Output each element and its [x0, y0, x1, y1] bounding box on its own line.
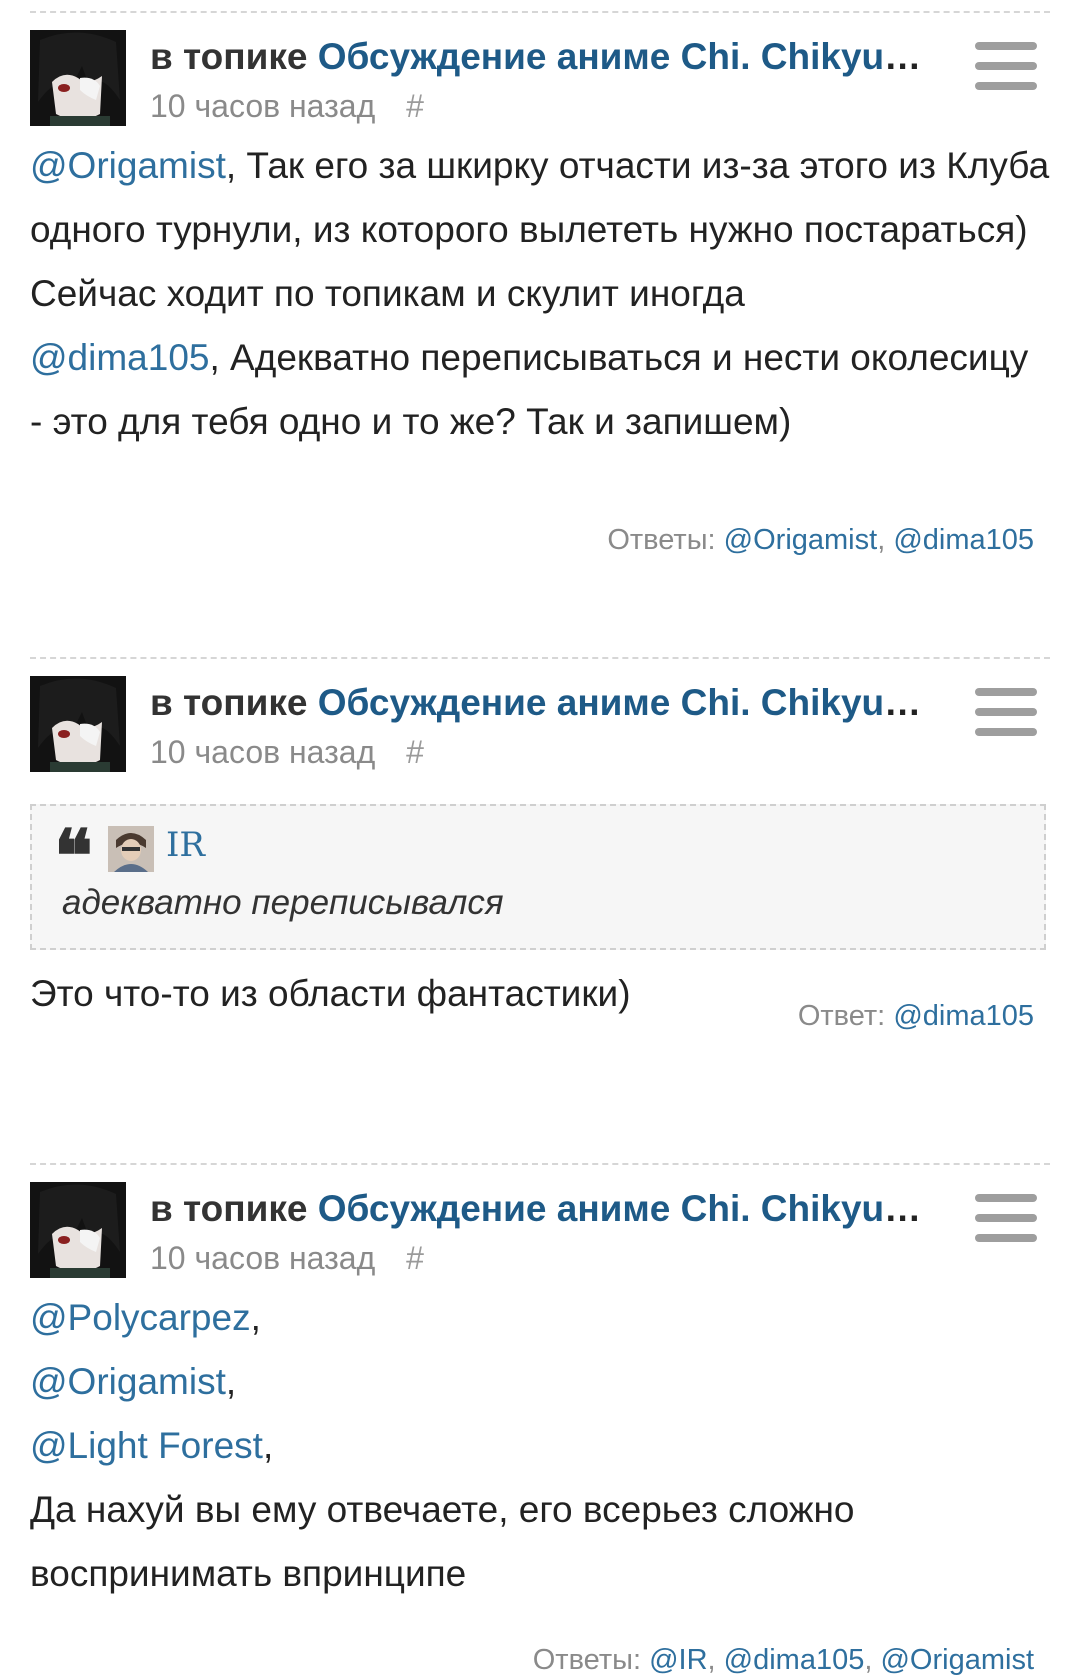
- quote-block: ❝ IR адекватно переписывался: [30, 804, 1046, 950]
- comma: ,: [262, 1425, 274, 1466]
- replies-line: Ответы: @Origamist, @dima105: [607, 524, 1034, 556]
- comment-paragraph: @dima105, Адекватно переписываться и нес…: [30, 326, 1050, 454]
- post-heading: в топике Обсуждение аниме Chi. Chikyuu n…: [150, 680, 940, 726]
- comment-paragraph: Да нахуй вы ему отвечаете, его всерьез с…: [30, 1489, 855, 1594]
- quote-text: адекватно переписывался: [62, 883, 504, 922]
- quote-user-avatar[interactable]: [108, 826, 154, 872]
- hamburger-menu-icon[interactable]: [975, 686, 1037, 738]
- post-divider: [30, 11, 1050, 13]
- comment-body: @Polycarpez, @Origamist, @Light Forest, …: [30, 1286, 1050, 1606]
- reply-link[interactable]: @Origamist: [880, 1644, 1034, 1676]
- topic-link[interactable]: Обсуждение аниме Chi. Chikyuu no Undou n…: [318, 36, 940, 77]
- timestamp: 10 часов назад: [150, 1240, 376, 1276]
- topic-link[interactable]: Обсуждение аниме Chi. Chikyuu no Undou n…: [318, 1188, 940, 1229]
- post-meta: 10 часов назад #: [150, 1238, 424, 1278]
- user-mention[interactable]: @Origamist: [30, 1361, 226, 1402]
- replies-line: Ответы: @IR, @dima105, @Origamist: [532, 1644, 1034, 1676]
- permalink-hash[interactable]: #: [406, 734, 424, 770]
- replies-line: Ответ: @dima105: [798, 1000, 1034, 1033]
- comment-paragraph: @Origamist,: [30, 1350, 1050, 1414]
- topic-prefix: в топике: [150, 1188, 308, 1229]
- user-mention[interactable]: @Polycarpez: [30, 1297, 251, 1338]
- comment-body: @Origamist, Так его за шкирку отчасти из…: [30, 134, 1050, 454]
- comment-paragraph: @Origamist, Так его за шкирку отчасти из…: [30, 134, 1050, 262]
- hamburger-menu-icon[interactable]: [975, 1192, 1037, 1244]
- reply-link[interactable]: @dima105: [724, 1644, 865, 1676]
- comma: ,: [225, 1361, 237, 1402]
- replies-label: Ответы:: [607, 524, 716, 556]
- post-meta: 10 часов назад #: [150, 86, 424, 126]
- permalink-hash[interactable]: #: [406, 88, 424, 124]
- comment-paragraph: @Light Forest,: [30, 1414, 1050, 1478]
- user-mention[interactable]: @dima105: [30, 337, 210, 378]
- topic-prefix: в топике: [150, 36, 308, 77]
- replies-label: Ответы:: [532, 1644, 642, 1676]
- topic-prefix: в топике: [150, 682, 308, 723]
- hamburger-menu-icon[interactable]: [975, 40, 1037, 92]
- post-heading: в топике Обсуждение аниме Chi. Chikyuu n…: [150, 34, 940, 80]
- user-mention[interactable]: @Light Forest: [30, 1425, 263, 1466]
- reply-link[interactable]: @dima105: [893, 524, 1034, 556]
- replies-label: Ответ:: [797, 1000, 886, 1032]
- comment-paragraph: Сейчас ходит по топикам и скулит иногда: [30, 273, 745, 314]
- post-divider: [30, 1163, 1050, 1165]
- topic-link[interactable]: Обсуждение аниме Chi. Chikyuu no Undou n…: [318, 682, 940, 723]
- timestamp: 10 часов назад: [150, 734, 376, 770]
- reply-link[interactable]: @dima105: [893, 1000, 1034, 1032]
- permalink-hash[interactable]: #: [406, 1240, 424, 1276]
- post-divider: [30, 657, 1050, 659]
- reply-link[interactable]: @Origamist: [724, 524, 878, 556]
- reply-link[interactable]: @IR: [649, 1644, 707, 1676]
- quote-user-link[interactable]: IR: [166, 820, 205, 870]
- user-mention[interactable]: @Origamist: [30, 145, 226, 186]
- avatar[interactable]: [30, 30, 126, 126]
- avatar[interactable]: [30, 1182, 126, 1278]
- avatar[interactable]: [30, 676, 126, 772]
- timestamp: 10 часов назад: [150, 88, 376, 124]
- comment-paragraph: @Polycarpez,: [30, 1286, 1050, 1350]
- post-heading: в топике Обсуждение аниме Chi. Chikyuu n…: [150, 1186, 940, 1232]
- comma: ,: [250, 1297, 261, 1338]
- post-meta: 10 часов назад #: [150, 732, 424, 772]
